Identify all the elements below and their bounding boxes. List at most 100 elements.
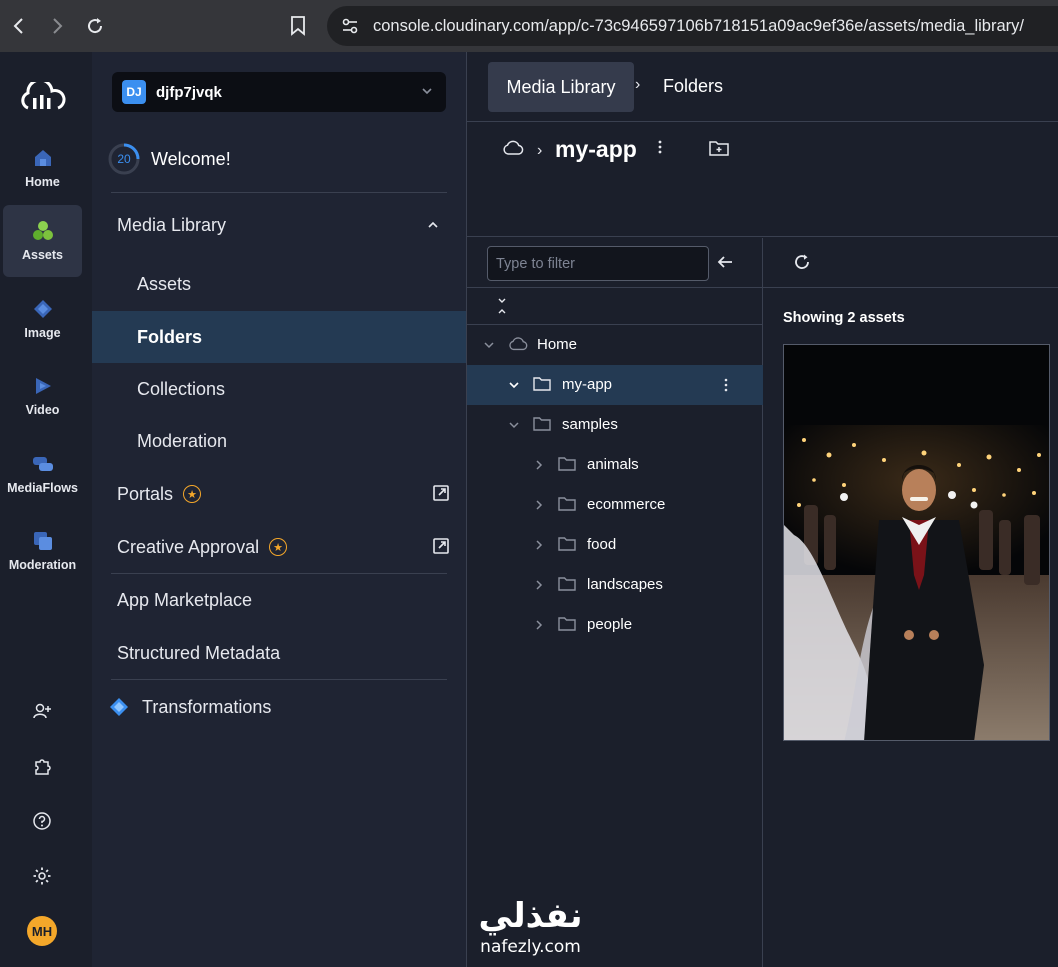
breadcrumb-media-library[interactable]: Media Library — [488, 62, 634, 112]
bookmark-icon — [291, 16, 305, 36]
url-text[interactable]: console.cloudinary.com/app/c-73c94659710… — [373, 17, 1024, 36]
refresh-icon[interactable] — [793, 253, 811, 271]
tree-item-label: food — [587, 536, 617, 553]
divider — [111, 192, 447, 193]
menu-assets-label: Assets — [137, 273, 192, 294]
menu-portals-label: Portals — [117, 483, 174, 504]
menu-portals[interactable]: Portals ★ — [92, 469, 466, 519]
environment-name: djfp7jvqk — [156, 83, 222, 101]
tree-item-my-app[interactable]: my-app — [467, 365, 763, 405]
chevron-right-icon[interactable] — [533, 619, 545, 631]
welcome-item[interactable]: 20 Welcome! — [107, 142, 231, 176]
chevron-right-icon[interactable] — [533, 539, 545, 551]
cloudinary-logo-icon[interactable] — [18, 82, 66, 112]
arrow-right-icon — [53, 18, 63, 34]
assets-icon — [32, 221, 53, 240]
folder-icon — [558, 457, 576, 471]
kebab-menu-icon[interactable] — [723, 377, 729, 393]
breadcrumb-separator-icon: › — [635, 76, 641, 93]
folder-icon — [533, 417, 551, 431]
rail-label-mediaflows: MediaFlows — [7, 481, 78, 495]
external-link-icon — [433, 485, 449, 501]
address-bar[interactable]: console.cloudinary.com/app/c-73c94659710… — [327, 6, 1058, 46]
folder-tree: Home my-app samples animals ecommerce fo… — [467, 238, 763, 967]
chevron-up-icon — [428, 221, 438, 228]
chevron-right-icon[interactable] — [533, 579, 545, 591]
menu-moderation[interactable]: Moderation — [92, 416, 466, 466]
watermark-domain: nafezly.com — [480, 937, 581, 957]
menu-structured-metadata[interactable]: Structured Metadata — [92, 628, 466, 678]
chevron-down-icon[interactable] — [483, 339, 495, 351]
folder-icon — [558, 497, 576, 511]
chevron-right-icon[interactable] — [533, 499, 545, 511]
collapse-all-icon[interactable] — [495, 297, 509, 315]
divider — [111, 679, 447, 680]
tree-item-home[interactable]: Home — [467, 325, 763, 365]
user-avatar[interactable]: MH — [27, 916, 57, 946]
image-icon — [33, 300, 52, 318]
menu-transformations-label: Transformations — [142, 696, 272, 717]
folder-header: › my-app — [467, 122, 1058, 237]
arrow-left-icon[interactable] — [715, 252, 735, 272]
help-button[interactable] — [28, 807, 56, 835]
menu-collections-label: Collections — [137, 378, 226, 399]
forward-button[interactable] — [38, 0, 76, 52]
folder-icon — [558, 577, 576, 591]
settings-button[interactable] — [28, 862, 56, 890]
tree-item-landscapes[interactable]: landscapes — [467, 565, 763, 605]
menu-moderation-label: Moderation — [137, 430, 228, 451]
breadcrumb: Media Library › Folders — [467, 52, 1058, 122]
rail-item-assets[interactable]: Assets — [3, 205, 82, 277]
chevron-right-icon[interactable] — [533, 459, 545, 471]
watermark-logo-arabic: نفذلي — [478, 896, 583, 936]
cloud-icon[interactable] — [502, 140, 524, 156]
rail-item-home[interactable]: Home — [3, 132, 82, 204]
asset-thumbnail[interactable] — [783, 344, 1050, 741]
menu-folders[interactable]: Folders — [92, 311, 466, 363]
rail-item-mediaflows[interactable]: MediaFlows — [3, 438, 82, 510]
rail-item-moderation[interactable]: Moderation — [3, 515, 82, 587]
transformations-icon — [110, 698, 128, 716]
reload-button[interactable] — [76, 0, 114, 52]
menu-assets[interactable]: Assets — [92, 259, 466, 309]
star-icon: ★ — [183, 485, 202, 503]
product-environment-select[interactable]: DJ djfp7jvqk — [112, 72, 446, 112]
tree-item-animals[interactable]: animals — [467, 445, 763, 485]
menu-creative-approval-label: Creative Approval — [117, 536, 260, 557]
site-info-icon[interactable] — [327, 18, 373, 34]
menu-collections[interactable]: Collections — [92, 364, 466, 414]
rail-label-video: Video — [25, 403, 60, 417]
video-icon — [35, 378, 51, 394]
filter-input[interactable] — [487, 246, 709, 281]
side-navigation: DJ djfp7jvqk 20 Welcome! Media Library A… — [92, 52, 466, 967]
tree-item-ecommerce[interactable]: ecommerce — [467, 485, 763, 525]
assets-toolbar — [763, 238, 1058, 288]
addons-button[interactable] — [28, 752, 56, 780]
back-button[interactable] — [0, 0, 38, 52]
progress-value: 20 — [117, 152, 131, 166]
tree-item-label: samples — [562, 416, 618, 433]
tree-item-samples[interactable]: samples — [467, 405, 763, 445]
menu-media-library[interactable]: Media Library — [92, 200, 466, 250]
chevron-down-icon[interactable] — [508, 419, 520, 431]
chevron-down-icon[interactable] — [508, 379, 520, 391]
collapse-all-row — [467, 289, 763, 325]
tree-item-label: landscapes — [587, 576, 663, 593]
invite-user-button[interactable] — [28, 697, 56, 725]
menu-creative-approval[interactable]: Creative Approval ★ — [92, 522, 466, 572]
folder-icon — [558, 537, 576, 551]
rail-item-image[interactable]: Image — [3, 283, 82, 355]
tree-item-food[interactable]: food — [467, 525, 763, 565]
menu-app-marketplace[interactable]: App Marketplace — [92, 575, 466, 625]
tree-item-people[interactable]: people — [467, 605, 763, 645]
bookmark-button[interactable] — [280, 10, 316, 42]
kebab-menu-icon[interactable] — [657, 138, 663, 156]
menu-folders-label: Folders — [137, 326, 203, 347]
menu-app-marketplace-label: App Marketplace — [117, 589, 253, 610]
chevron-right-icon: › — [537, 142, 543, 159]
new-folder-icon[interactable] — [709, 140, 729, 156]
folder-title: my-app — [555, 136, 637, 162]
filter-row — [467, 238, 763, 288]
menu-transformations[interactable]: Transformations — [92, 682, 466, 732]
rail-item-video[interactable]: Video — [3, 360, 82, 432]
